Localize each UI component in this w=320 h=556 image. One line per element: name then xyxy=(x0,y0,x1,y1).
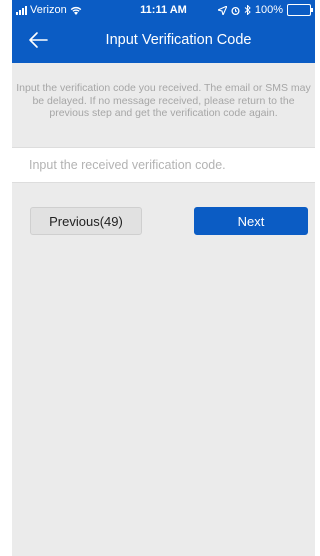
alarm-icon xyxy=(231,6,240,15)
nav-bar: Input Verification Code xyxy=(12,24,315,58)
verification-notice: Input the verification code you received… xyxy=(16,82,311,119)
app-header: Verizon 11:11 AM 100% Input Verification… xyxy=(12,0,315,63)
back-arrow-icon[interactable] xyxy=(26,28,50,52)
verification-code-input[interactable] xyxy=(12,147,315,183)
page-title: Input Verification Code xyxy=(105,32,252,48)
location-icon xyxy=(217,5,227,15)
bluetooth-icon xyxy=(244,5,251,15)
battery-icon xyxy=(287,4,313,16)
status-right: 100% xyxy=(217,4,313,16)
app-screen: Verizon 11:11 AM 100% Input Verification… xyxy=(12,0,315,556)
status-bar: Verizon 11:11 AM 100% xyxy=(12,0,315,20)
battery-percent: 100% xyxy=(254,4,283,16)
previous-button[interactable]: Previous(49) xyxy=(30,207,142,235)
next-button[interactable]: Next xyxy=(194,207,308,235)
